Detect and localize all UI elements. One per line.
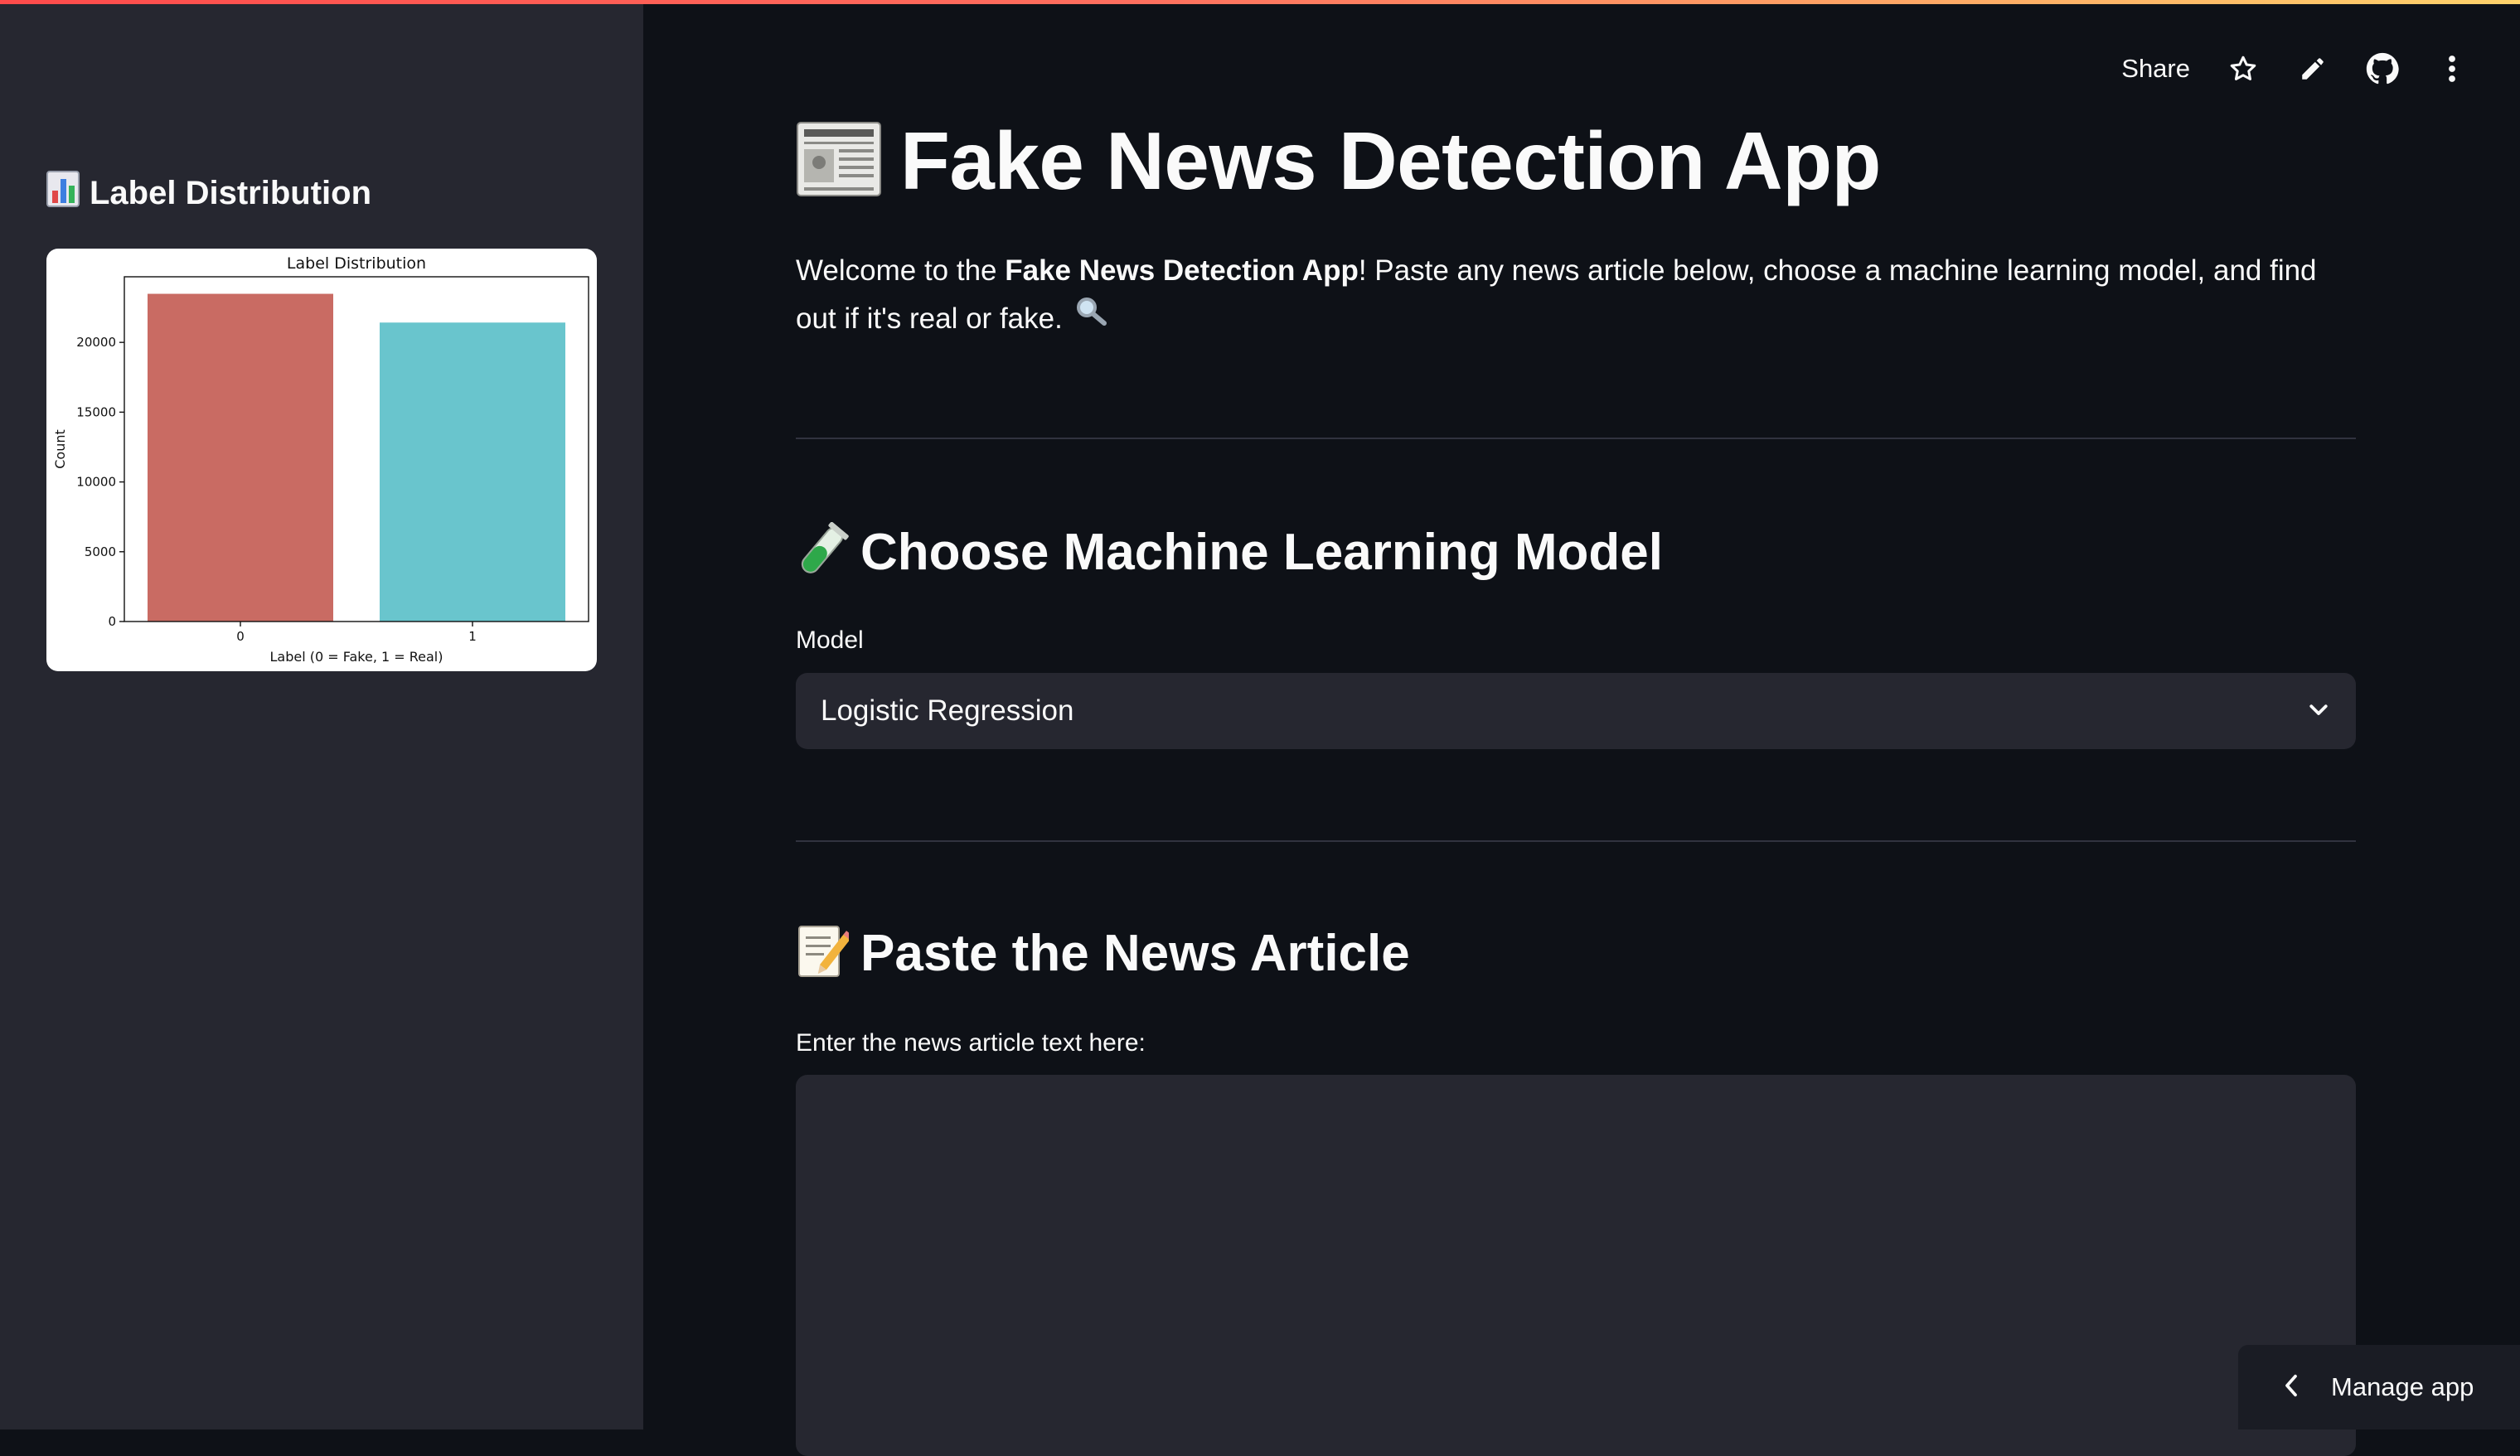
sidebar-header: Label Distribution: [46, 171, 371, 215]
y-tick-label: 15000: [76, 404, 116, 419]
main-content: Share Fake News Detection App Welcome to…: [643, 0, 2520, 1456]
divider: [796, 438, 2356, 439]
y-tick-label: 5000: [85, 544, 116, 559]
model-label: Model: [796, 626, 864, 654]
x-axis-label: Label (0 = Fake, 1 = Real): [270, 649, 443, 665]
github-icon[interactable]: [2366, 52, 2399, 85]
chart-svg: Label Distribution 0 1 0 5000 10000 15000 20000…: [52, 254, 589, 665]
model-select-value: Logistic Regression: [821, 694, 1074, 727]
article-label: Enter the news article text here:: [796, 1029, 1146, 1057]
intro-text-start: Welcome to the: [796, 254, 1006, 287]
memo-emoji-icon: [796, 923, 853, 984]
sidebar-title: Label Distribution: [90, 174, 371, 211]
magnifying-glass-emoji-icon: [1074, 295, 1107, 343]
y-tick-label: 20000: [76, 335, 116, 350]
x-tick-label: 0: [236, 629, 245, 644]
top-toolbar: Share: [2121, 48, 2469, 89]
more-vertical-icon[interactable]: [2435, 52, 2469, 85]
x-tick-label: 1: [468, 629, 477, 644]
chart-bar: [380, 322, 565, 622]
test-tube-emoji-icon: [796, 521, 849, 583]
article-section-header: Paste the News Article: [796, 923, 1410, 984]
star-icon[interactable]: [2227, 52, 2260, 85]
chart-bar: [148, 293, 333, 622]
manage-app-label: Manage app: [2331, 1372, 2474, 1401]
model-section-header: Choose Machine Learning Model: [796, 521, 1663, 583]
intro-text: Welcome to the Fake News Detection App! …: [796, 247, 2356, 343]
page-title-row: Fake News Detection App: [796, 114, 1881, 208]
y-axis-label: Count: [52, 429, 68, 469]
share-button[interactable]: Share: [2121, 54, 2190, 84]
model-select[interactable]: Logistic Regression: [796, 673, 2356, 749]
sidebar: Label Distribution Label Distribution 0 1 0…: [0, 0, 643, 1429]
y-tick-label: 0: [108, 614, 116, 629]
model-section-title: Choose Machine Learning Model: [860, 524, 1663, 581]
article-textarea[interactable]: [796, 1075, 2356, 1456]
intro-app-name: Fake News Detection App: [1005, 254, 1359, 287]
manage-app-button[interactable]: Manage app: [2238, 1345, 2520, 1429]
label-distribution-chart: Label Distribution 0 1 0 5000 10000 15000 20000…: [46, 249, 597, 671]
divider: [796, 840, 2356, 842]
chevron-left-icon: [2281, 1373, 2301, 1402]
chevron-down-icon: [2306, 697, 2331, 726]
article-section-title: Paste the News Article: [860, 925, 1410, 982]
page-title: Fake News Detection App: [900, 115, 1881, 206]
y-tick-label: 10000: [76, 475, 116, 490]
pencil-icon[interactable]: [2296, 52, 2329, 85]
bar-chart-emoji-icon: [46, 171, 80, 215]
newspaper-emoji-icon: [796, 119, 882, 203]
chart-title: Label Distribution: [287, 254, 426, 273]
top-decoration-bar: [0, 0, 2520, 4]
